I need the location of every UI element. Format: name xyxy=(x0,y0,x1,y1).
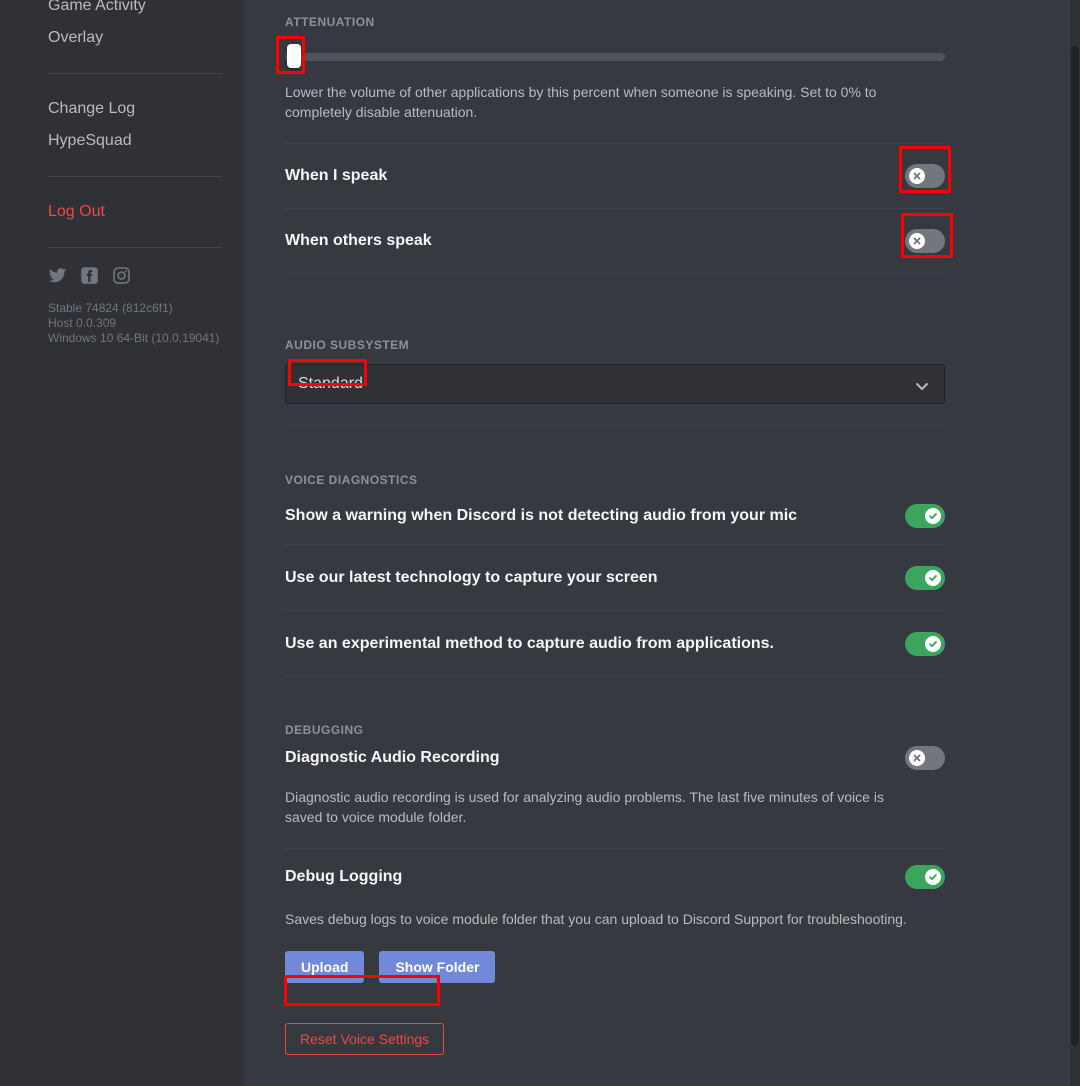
settings-scrollbar[interactable] xyxy=(1070,0,1080,1086)
chevron-down-icon[interactable] xyxy=(914,378,930,399)
debugging-header: DEBUGGING xyxy=(285,723,364,737)
sidebar-item-overlay[interactable]: Overlay xyxy=(48,22,244,54)
twitter-icon[interactable] xyxy=(48,266,67,285)
diagnostic-audio-recording-toggle[interactable] xyxy=(905,746,945,770)
diagnostic-audio-recording-description: Diagnostic audio recording is used for a… xyxy=(285,789,884,825)
settings-content: ATTENUATION Lower the volume of other ap… xyxy=(285,0,945,1055)
when-others-speak-row: When others speak xyxy=(285,209,945,273)
debug-logging-description: Saves debug logs to voice module folder … xyxy=(285,911,907,927)
instagram-icon[interactable] xyxy=(112,266,131,285)
audio-subsystem-selected-value: Standard xyxy=(298,375,363,392)
screen-capture-tech-label: Use our latest technology to capture you… xyxy=(285,568,658,586)
scrollbar-thumb[interactable] xyxy=(1071,46,1079,1046)
experimental-audio-capture-label: Use an experimental method to capture au… xyxy=(285,634,774,652)
version-build: Stable 74824 (812c6f1) xyxy=(48,301,173,315)
reset-voice-settings-button[interactable]: Reset Voice Settings xyxy=(285,1023,445,1055)
upload-button[interactable]: Upload xyxy=(285,951,365,983)
debug-logging-label: Debug Logging xyxy=(285,868,403,885)
when-i-speak-row: When I speak xyxy=(285,144,945,208)
screen-capture-tech-row: Use our latest technology to capture you… xyxy=(285,545,945,610)
toggle-knob xyxy=(925,869,941,885)
sidebar-item-label: HypeSquad xyxy=(48,132,132,149)
sidebar-item-label: Overlay xyxy=(48,29,104,46)
when-i-speak-label: When I speak xyxy=(285,167,388,184)
version-info: Stable 74824 (812c6f1) Host 0.0.309 Wind… xyxy=(48,301,244,346)
sidebar-item-label: Change Log xyxy=(48,100,136,117)
audio-subsystem-header: AUDIO SUBSYSTEM xyxy=(285,338,410,352)
attenuation-description: Lower the volume of other applications b… xyxy=(285,84,877,120)
sidebar-divider xyxy=(48,247,222,248)
screen-capture-tech-toggle[interactable] xyxy=(905,565,945,590)
diagnostic-audio-recording-row: Diagnostic Audio Recording xyxy=(285,737,945,779)
when-i-speak-toggle[interactable] xyxy=(905,164,945,188)
when-others-speak-label: When others speak xyxy=(285,232,432,249)
mic-warning-toggle[interactable] xyxy=(905,503,945,528)
sidebar-item-label: Log Out xyxy=(48,203,105,220)
sidebar-item-game-activity[interactable]: Game Activity xyxy=(48,0,244,22)
mic-warning-row: Show a warning when Discord is not detec… xyxy=(285,487,945,544)
settings-sidebar: Game Activity Overlay Change Log HypeSqu… xyxy=(0,0,244,1086)
discord-voice-settings-window: Game Activity Overlay Change Log HypeSqu… xyxy=(0,0,1080,1086)
experimental-audio-capture-row: Use an experimental method to capture au… xyxy=(285,611,945,676)
debug-logging-toggle[interactable] xyxy=(905,865,945,889)
attenuation-slider-track[interactable] xyxy=(285,53,945,61)
sidebar-item-log-out[interactable]: Log Out xyxy=(48,196,244,228)
version-host: Host 0.0.309 xyxy=(48,316,117,330)
show-folder-button[interactable]: Show Folder xyxy=(379,951,496,983)
when-others-speak-toggle[interactable] xyxy=(905,229,945,253)
toggle-knob xyxy=(925,507,941,524)
diagnostic-audio-recording-label: Diagnostic Audio Recording xyxy=(285,749,500,766)
debug-logging-row: Debug Logging xyxy=(285,849,945,905)
audio-subsystem-select[interactable]: Standard xyxy=(285,364,945,404)
voice-diagnostics-header: VOICE DIAGNOSTICS xyxy=(285,473,418,487)
attenuation-slider[interactable] xyxy=(285,44,945,68)
attenuation-section-header: ATTENUATION xyxy=(285,15,375,29)
toggle-knob xyxy=(909,168,925,184)
facebook-icon[interactable] xyxy=(80,266,99,285)
sidebar-item-label: Game Activity xyxy=(48,0,146,14)
social-links xyxy=(48,266,244,285)
voice-settings-panel: ATTENUATION Lower the volume of other ap… xyxy=(244,0,1080,1086)
mic-warning-label: Show a warning when Discord is not detec… xyxy=(285,506,798,524)
version-os: Windows 10 64-Bit (10.0.19041) xyxy=(48,331,220,345)
debug-actions: Upload Show Folder xyxy=(285,951,945,983)
toggle-knob xyxy=(909,233,925,249)
toggle-knob xyxy=(925,635,941,652)
sidebar-item-change-log[interactable]: Change Log xyxy=(48,93,244,125)
attenuation-slider-thumb[interactable] xyxy=(287,44,301,68)
toggle-knob xyxy=(909,750,925,766)
sidebar-item-hypesquad[interactable]: HypeSquad xyxy=(48,125,244,157)
experimental-audio-capture-toggle[interactable] xyxy=(905,631,945,656)
toggle-knob xyxy=(925,569,941,586)
